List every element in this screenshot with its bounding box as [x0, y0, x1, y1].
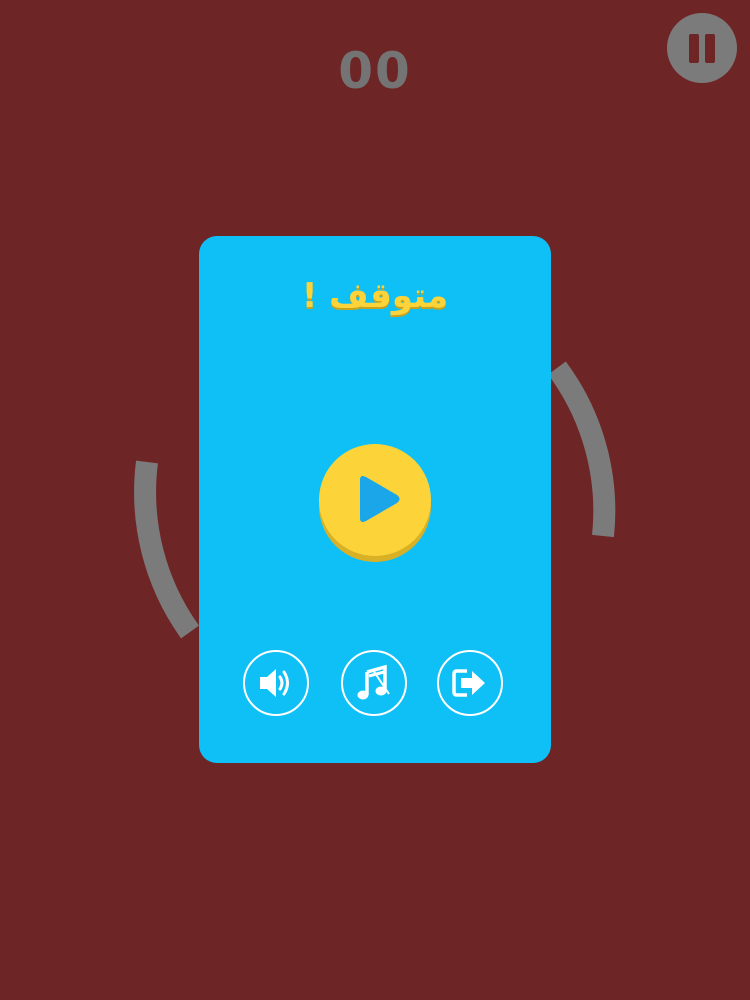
- pause-button[interactable]: [667, 13, 737, 83]
- speaker-volume-icon: [260, 669, 289, 697]
- music-toggle-button[interactable]: [341, 650, 407, 716]
- music-note-muted-icon: [357, 664, 390, 700]
- exit-button[interactable]: [437, 650, 503, 716]
- sound-toggle-button[interactable]: [243, 650, 309, 716]
- pause-title: متوقف !: [301, 276, 449, 316]
- play-icon: [360, 476, 400, 522]
- exit-arrow-icon: [452, 669, 485, 697]
- ring-arc-right: [548, 361, 616, 538]
- resume-button[interactable]: [319, 444, 431, 556]
- ring-arc-left: [134, 460, 200, 639]
- pause-panel: متوقف !: [199, 236, 551, 763]
- game-screen: 00 متوقف !: [0, 0, 750, 1000]
- score-counter: 00: [338, 42, 412, 100]
